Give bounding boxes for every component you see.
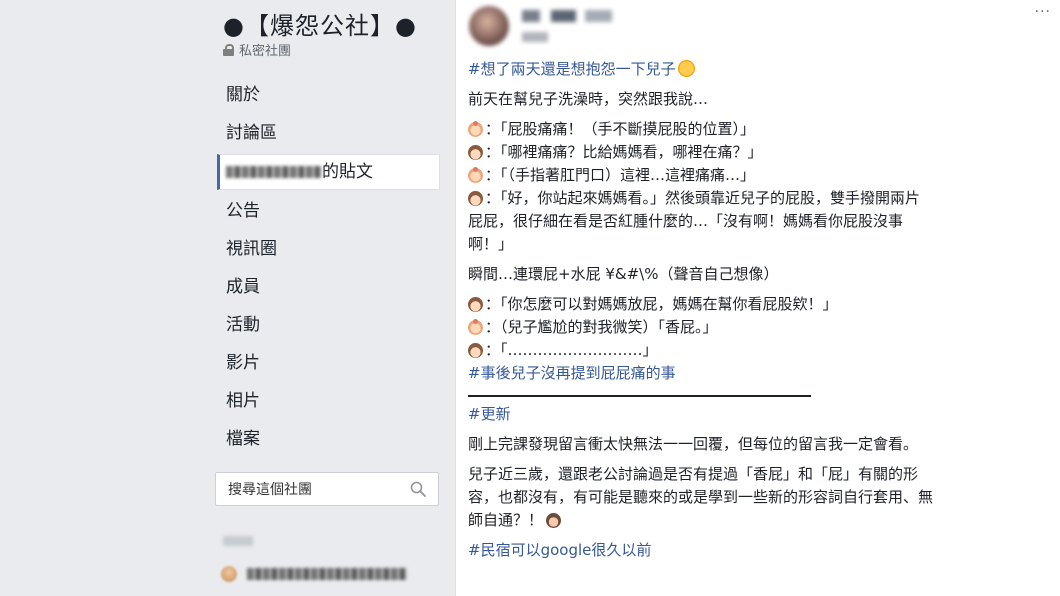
nav-item-my-posts-label: 的貼文 [322, 162, 373, 182]
post-line: ：（兒子尷尬的對我微笑）「香屁。」 [468, 316, 1048, 339]
nav-item-members[interactable]: 成員 [215, 268, 440, 306]
baby-icon [468, 167, 483, 183]
group-name[interactable]: ●【爆怨公社】● [223, 6, 417, 41]
hashtag-link[interactable]: #更新 [468, 405, 511, 423]
page: ●【爆怨公社】● 私密社團 關於 討論區 的貼文 公告 視訊圈 成員 活動 影片… [0, 0, 1060, 596]
lock-icon [223, 43, 234, 56]
nav-item-about[interactable]: 關於 [215, 76, 440, 114]
divider [468, 395, 811, 397]
post-line: 屁屁，很仔細在看是否紅腫什麼的…「沒有啊！媽媽看你屁股沒事 [468, 212, 904, 230]
post-line: 師自通？！ [468, 509, 1048, 532]
post-line: 啊！」 [468, 235, 514, 253]
post-line: 兒子近三歲，還跟老公討論過是否有提過「香屁」和「屁」有關的形 [468, 465, 919, 483]
dialogue-text: ：「………………………」 [485, 341, 658, 359]
author-avatar[interactable] [469, 6, 509, 46]
post-line: ：「你怎麼可以對媽媽放屁，媽媽在幫你看屁股欸！」 [468, 293, 1048, 316]
redacted-author-name[interactable] [522, 10, 612, 22]
woman-icon [468, 343, 483, 358]
group-privacy: 私密社團 [223, 40, 291, 59]
nav-item-my-posts[interactable]: 的貼文 [217, 154, 440, 190]
baby-icon [468, 121, 483, 137]
dialogue-text: ：「你怎麼可以對媽媽放屁，媽媽在幫你看屁股欸！」 [485, 295, 838, 313]
more-options-icon[interactable]: ··· [1035, 4, 1051, 20]
post-line: ：「………………………」 [468, 339, 1048, 362]
tired-face-icon [677, 60, 695, 77]
dialogue-text: ：（兒子尷尬的對我微笑）「香屁。」 [485, 318, 718, 336]
avatar [221, 566, 237, 582]
post-line: ：「哪裡痛痛？比給媽媽看，哪裡在痛？」 [468, 141, 1048, 164]
redacted-section-label [223, 536, 253, 546]
woman-icon [468, 297, 483, 312]
hashtag-link[interactable]: #民宿可以google很久以前 [468, 541, 651, 559]
baby-icon [468, 319, 483, 335]
post-line: ：「屁股痛痛！（手不斷摸屁股的位置）」 [468, 118, 1048, 141]
group-search [215, 472, 439, 506]
hashtag-link[interactable]: #事後兒子沒再提到屁屁痛的事 [468, 364, 676, 382]
post-body: #想了兩天還是想抱怨一下兒子 前天在幫兒子洗澡時，突然跟我說… ：「屁股痛痛！（… [468, 58, 1048, 562]
hashtag-link[interactable]: #想了兩天還是想抱怨一下兒子 [468, 58, 676, 81]
search-icon[interactable] [410, 481, 426, 497]
post-line: 剛上完課發現留言衝太快無法一一回覆，但每位的留言我一定會看。 [468, 435, 919, 453]
redacted-text [247, 568, 407, 580]
group-search-input[interactable] [226, 479, 400, 501]
woman-icon [468, 191, 483, 206]
dialogue-text: ：「（手指著肛門口）這裡…這裡痛痛…」 [485, 166, 756, 184]
post-line: 瞬間…連環屁+水屁 ¥&#\%（聲音自己想像） [468, 265, 779, 283]
dialogue-text: ：「哪裡痛痛？比給媽媽看，哪裡在痛？」 [485, 143, 763, 161]
group-sidebar: ●【爆怨公社】● 私密社團 關於 討論區 的貼文 公告 視訊圈 成員 活動 影片… [215, 0, 440, 596]
redacted-timestamp[interactable] [522, 32, 548, 42]
post-line: ：「好，你站起來媽媽看。」然後頭靠近兒子的屁股，雙手撥開兩片 [468, 187, 1048, 210]
update-text: 師自通？！ [468, 511, 544, 529]
redacted-username [226, 166, 322, 178]
dialogue-text: ：「屁股痛痛！（手不斷摸屁股的位置）」 [485, 120, 756, 138]
post-line: 容，也都沒有，有可能是聽來的或是學到一些新的形容詞自行套用、無 [468, 488, 934, 506]
woman-icon [468, 145, 483, 160]
post-line: #想了兩天還是想抱怨一下兒子 [468, 58, 1048, 81]
post-card: ··· #想了兩天還是想抱怨一下兒子 前天在幫兒子洗澡時，突然跟我說… ：「屁股… [455, 0, 1060, 596]
dialogue-text: ：「好，你站起來媽媽看。」然後頭靠近兒子的屁股，雙手撥開兩片 [485, 189, 921, 207]
post-line: ：「（手指著肛門口）這裡…這裡痛痛…」 [468, 164, 1048, 187]
group-nav: 關於 討論區 的貼文 公告 視訊圈 成員 活動 影片 相片 檔案 [215, 76, 440, 458]
nav-item-events[interactable]: 活動 [215, 306, 440, 344]
privacy-label: 私密社團 [239, 44, 292, 59]
nav-item-photos[interactable]: 相片 [215, 382, 440, 420]
nav-item-files[interactable]: 檔案 [215, 420, 440, 458]
facepalm-icon [546, 513, 562, 528]
nav-item-video-chat[interactable]: 視訊圈 [215, 230, 440, 268]
nav-item-announcements[interactable]: 公告 [215, 192, 440, 230]
nav-item-discussion[interactable]: 討論區 [215, 114, 440, 152]
post-line: 前天在幫兒子洗澡時，突然跟我說… [468, 90, 709, 108]
redacted-shortcut[interactable] [221, 566, 421, 582]
nav-item-videos[interactable]: 影片 [215, 344, 440, 382]
